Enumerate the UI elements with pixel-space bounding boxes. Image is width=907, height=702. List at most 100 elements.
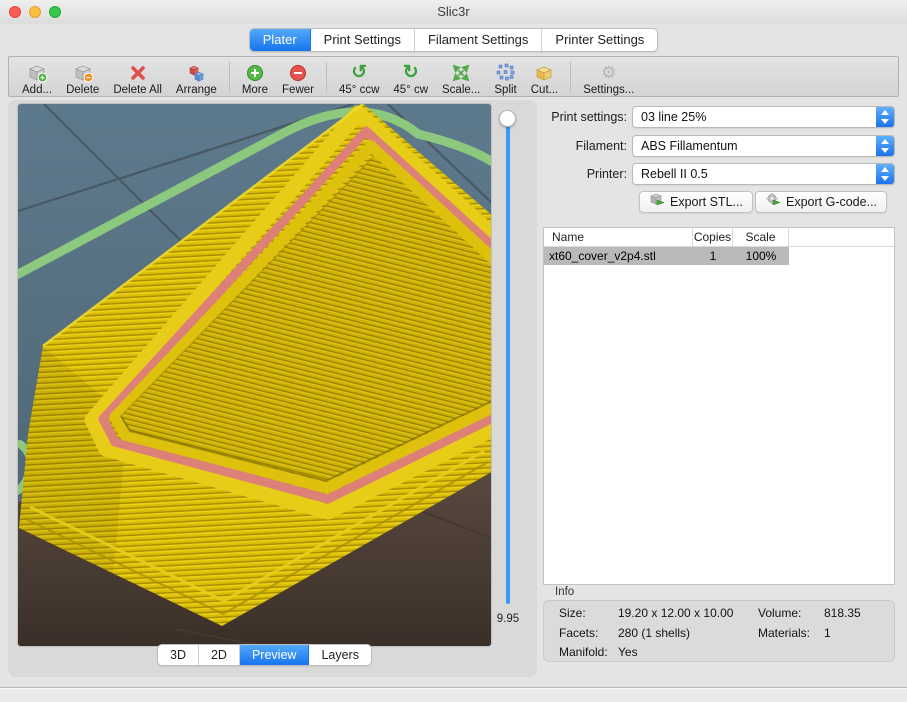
tab-filament-settings[interactable]: Filament Settings (415, 29, 542, 51)
manifold-value: Yes (618, 645, 638, 659)
export-gcode-icon (765, 192, 781, 212)
view-tabstrip: 3D 2D Preview Layers (157, 644, 372, 666)
filament-value: ABS Fillamentum (641, 139, 738, 153)
printer-value: Rebell II 0.5 (641, 167, 708, 181)
materials-label: Materials: (758, 626, 810, 640)
stepper-icon[interactable] (876, 164, 894, 184)
arrange-label: Arrange (176, 84, 217, 96)
object-row-selected[interactable]: xt60_cover_v2p4.stl 1 100% (544, 247, 789, 265)
arrange-button[interactable]: Arrange (169, 58, 224, 96)
rotate-cw-button[interactable]: ↻ 45° cw (386, 58, 435, 96)
titlebar: Slic3r (0, 0, 907, 24)
size-label: Size: (559, 606, 586, 620)
fewer-button[interactable]: Fewer (275, 58, 321, 96)
toolbar-separator (570, 62, 571, 92)
gear-icon: ⚙ (601, 62, 616, 84)
cubes-icon (185, 62, 207, 84)
settings-label: Settings... (583, 84, 634, 96)
column-header-copies[interactable]: Copies (693, 228, 733, 246)
export-gcode-label: Export G-code... (786, 192, 877, 212)
preview-3d-viewport[interactable] (17, 103, 492, 647)
more-label: More (242, 84, 268, 96)
export-stl-button[interactable]: Export STL... (639, 191, 753, 213)
blue-dots-icon (496, 62, 516, 84)
scale-button[interactable]: Scale... (435, 58, 487, 96)
layer-slider-knob[interactable] (499, 110, 516, 127)
more-button[interactable]: More (235, 58, 275, 96)
minus-circle-icon (288, 62, 308, 84)
print-settings-value: 03 line 25% (641, 110, 706, 124)
filament-row: Filament: ABS Fillamentum (543, 135, 895, 157)
rotate-cw-label: 45° cw (393, 84, 428, 96)
view-tab-2d[interactable]: 2D (199, 645, 240, 665)
printer-select[interactable]: Rebell II 0.5 (632, 163, 895, 185)
info-section-title: Info (555, 586, 574, 598)
delete-label: Delete (66, 84, 99, 96)
column-header-name[interactable]: Name (544, 228, 693, 246)
slic3r-window: Slic3r Plater Print Settings Filament Se… (0, 0, 907, 701)
tab-print-settings[interactable]: Print Settings (311, 29, 415, 51)
split-label: Split (494, 84, 516, 96)
column-header-scale[interactable]: Scale (733, 228, 789, 246)
cut-label: Cut... (531, 84, 558, 96)
viewer-panel: 9.95 3D 2D Preview Layers (8, 100, 537, 677)
print-settings-row: Print settings: 03 line 25% (543, 106, 895, 128)
object-scale-cell: 100% (733, 247, 789, 265)
view-tab-preview[interactable]: Preview (240, 645, 309, 665)
window-title: Slic3r (0, 0, 907, 24)
export-gcode-button[interactable]: Export G-code... (755, 191, 887, 213)
object-list: Name Copies Scale xt60_cover_v2p4.stl 1 … (543, 227, 895, 585)
tab-plater[interactable]: Plater (250, 29, 311, 51)
layer-slider-track[interactable] (506, 126, 510, 604)
export-stl-label: Export STL... (670, 192, 743, 212)
yellow-cube-icon (533, 62, 555, 84)
red-cross-icon (128, 62, 148, 84)
filament-label: Filament: (543, 135, 627, 157)
export-stl-icon (649, 192, 665, 212)
delete-all-button[interactable]: Delete All (106, 58, 169, 96)
object-copies-cell: 1 (693, 247, 733, 265)
delete-button[interactable]: Delete (59, 58, 106, 96)
fewer-label: Fewer (282, 84, 314, 96)
column-header-filler (789, 228, 894, 246)
add-label: Add... (22, 84, 52, 96)
status-bar (0, 687, 907, 702)
box-plus-icon (26, 62, 48, 84)
view-tab-layers[interactable]: Layers (309, 645, 371, 665)
rotate-ccw-label: 45° ccw (339, 84, 379, 96)
manifold-label: Manifold: (559, 645, 608, 659)
stepper-icon[interactable] (876, 107, 894, 127)
printer-row: Printer: Rebell II 0.5 (543, 163, 895, 185)
print-settings-label: Print settings: (543, 106, 627, 128)
delete-all-label: Delete All (113, 84, 162, 96)
object-list-header: Name Copies Scale (544, 228, 894, 247)
materials-value: 1 (824, 626, 831, 640)
split-button[interactable]: Split (487, 58, 523, 96)
rotate-cw-icon: ↻ (403, 62, 419, 84)
toolbar-separator (229, 62, 230, 92)
info-box: Size: 19.20 x 12.00 x 10.00 Volume: 818.… (543, 600, 895, 662)
stepper-icon[interactable] (876, 136, 894, 156)
cut-button[interactable]: Cut... (524, 58, 565, 96)
filament-select[interactable]: ABS Fillamentum (632, 135, 895, 157)
main-tabstrip: Plater Print Settings Filament Settings … (0, 28, 907, 52)
volume-label: Volume: (758, 606, 801, 620)
size-value: 19.20 x 12.00 x 10.00 (618, 606, 733, 620)
settings-button[interactable]: ⚙ Settings... (576, 58, 641, 96)
object-name-cell: xt60_cover_v2p4.stl (544, 247, 693, 265)
plater-sidebar: Print settings: 03 line 25% Filament: AB… (543, 100, 895, 677)
printer-label: Printer: (543, 163, 627, 185)
box-minus-icon (72, 62, 94, 84)
tab-printer-settings[interactable]: Printer Settings (542, 29, 657, 51)
expand-arrows-icon (451, 62, 471, 84)
plater-toolbar: Add... Delete Delete All Arrange More (8, 56, 899, 97)
rotate-ccw-button[interactable]: ↺ 45° ccw (332, 58, 386, 96)
plus-circle-icon (245, 62, 265, 84)
facets-value: 280 (1 shells) (618, 626, 690, 640)
scale-label: Scale... (442, 84, 480, 96)
add-button[interactable]: Add... (15, 58, 59, 96)
rotate-ccw-icon: ↺ (351, 62, 367, 84)
facets-label: Facets: (559, 626, 598, 640)
print-settings-select[interactable]: 03 line 25% (632, 106, 895, 128)
view-tab-3d[interactable]: 3D (158, 645, 199, 665)
